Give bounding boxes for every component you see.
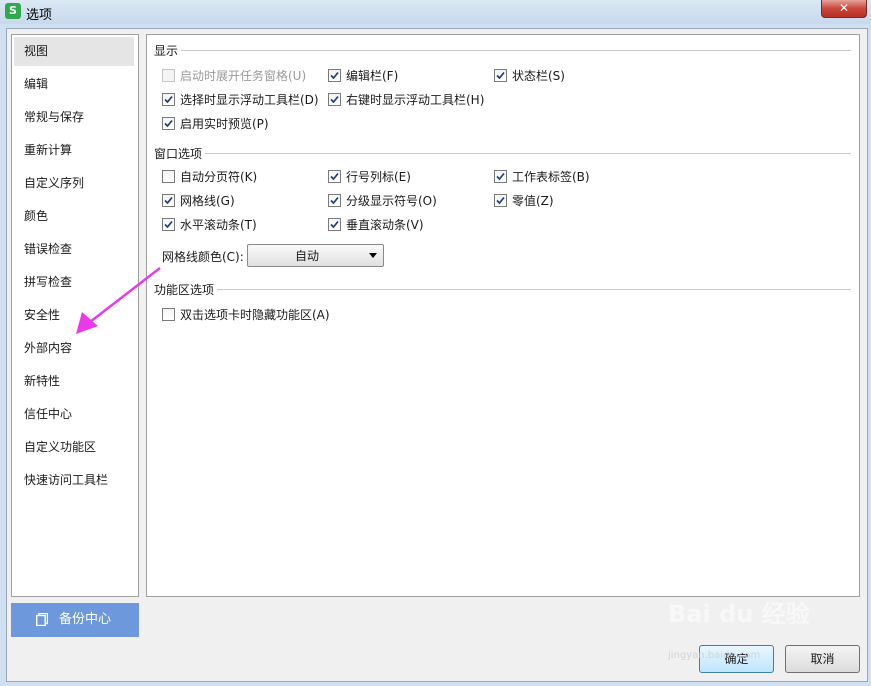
backup-center-label: 备份中心 bbox=[59, 612, 112, 627]
checkbox-checked[interactable] bbox=[162, 194, 175, 207]
option-label: 右键时显示浮动工具栏(H) bbox=[346, 93, 485, 107]
option-label: 水平滚动条(T) bbox=[180, 218, 257, 232]
app-icon: S bbox=[5, 3, 21, 19]
option-label: 工作表标签(B) bbox=[512, 170, 590, 184]
chevron-down-icon bbox=[369, 253, 377, 258]
option-label: 状态栏(S) bbox=[512, 69, 565, 83]
sidebar-item-external-content[interactable]: 外部内容 bbox=[14, 334, 134, 363]
option-label: 自动分页符(K) bbox=[180, 170, 258, 184]
option-label: 分级显示符号(O) bbox=[346, 194, 437, 208]
window-title: 选项 bbox=[26, 8, 53, 23]
backup-center-button[interactable]: 备份中心 bbox=[11, 603, 139, 637]
dialog-client: 视图 编辑 常规与保存 重新计算 自定义序列 颜色 错误检查 拼写检查 安全性 … bbox=[6, 28, 868, 682]
cancel-button[interactable]: 取消 bbox=[785, 645, 860, 673]
sidebar-item-edit[interactable]: 编辑 bbox=[14, 70, 134, 99]
checkbox-checked[interactable] bbox=[162, 117, 175, 130]
sidebar-item-color[interactable]: 颜色 bbox=[14, 202, 134, 231]
option-label: 启用实时预览(P) bbox=[180, 117, 269, 131]
category-sidebar: 视图 编辑 常规与保存 重新计算 自定义序列 颜色 错误检查 拼写检查 安全性 … bbox=[11, 34, 139, 597]
window-options-divider bbox=[205, 153, 851, 154]
sidebar-item-custom-lists[interactable]: 自定义序列 bbox=[14, 169, 134, 198]
checkbox-checked[interactable] bbox=[328, 93, 341, 106]
checkbox-checked[interactable] bbox=[328, 194, 341, 207]
sidebar-item-new-features[interactable]: 新特性 bbox=[14, 367, 134, 396]
close-button[interactable]: ✕ bbox=[821, 0, 867, 18]
backup-icon bbox=[36, 613, 48, 626]
checkbox-checked[interactable] bbox=[162, 218, 175, 231]
checkbox bbox=[162, 69, 175, 82]
option-label: 选择时显示浮动工具栏(D) bbox=[180, 93, 319, 107]
view-options-panel: 显示 启动时展开任务窗格(U) 编辑栏(F) 状态栏(S) 选择时显示浮动工具栏… bbox=[146, 34, 860, 597]
window-options-group-title: 窗口选项 bbox=[154, 147, 203, 161]
display-group-title: 显示 bbox=[154, 44, 179, 58]
option-label: 网格线(G) bbox=[180, 194, 235, 208]
watermark-url: jingyan.baidu.com bbox=[668, 650, 761, 661]
checkbox-checked[interactable] bbox=[494, 69, 507, 82]
checkbox-checked[interactable] bbox=[328, 218, 341, 231]
checkbox[interactable] bbox=[162, 308, 175, 321]
gridline-color-value: 自动 bbox=[294, 249, 319, 263]
ribbon-options-group-title: 功能区选项 bbox=[154, 283, 215, 297]
checkbox-checked[interactable] bbox=[162, 93, 175, 106]
ribbon-options-divider bbox=[217, 289, 851, 290]
checkbox[interactable] bbox=[162, 170, 175, 183]
sidebar-item-error-checking[interactable]: 错误检查 bbox=[14, 235, 134, 264]
sidebar-item-customize-ribbon[interactable]: 自定义功能区 bbox=[14, 433, 134, 462]
option-label: 垂直滚动条(V) bbox=[346, 218, 424, 232]
checkbox-checked[interactable] bbox=[494, 170, 507, 183]
sidebar-item-security[interactable]: 安全性 bbox=[14, 301, 134, 330]
sidebar-item-recalculation[interactable]: 重新计算 bbox=[14, 136, 134, 165]
sidebar-item-trust-center[interactable]: 信任中心 bbox=[14, 400, 134, 429]
gridline-color-dropdown[interactable]: 自动 bbox=[247, 244, 384, 267]
watermark-logo: Bai du 经验 bbox=[668, 600, 810, 628]
option-label: 双击选项卡时隐藏功能区(A) bbox=[180, 308, 330, 322]
title-bar: S 选项 ✕ bbox=[0, 0, 871, 24]
sidebar-item-spell-check[interactable]: 拼写检查 bbox=[14, 268, 134, 297]
sidebar-item-view[interactable]: 视图 bbox=[14, 37, 134, 66]
checkbox-checked[interactable] bbox=[494, 194, 507, 207]
option-label: 行号列标(E) bbox=[346, 170, 411, 184]
sidebar-item-quick-access-toolbar[interactable]: 快速访问工具栏 bbox=[14, 466, 134, 495]
sidebar-item-general-save[interactable]: 常规与保存 bbox=[14, 103, 134, 132]
display-group-divider bbox=[181, 50, 851, 51]
gridline-color-label: 网格线颜色(C): bbox=[162, 250, 244, 264]
option-label: 零值(Z) bbox=[512, 194, 554, 208]
option-label: 启动时展开任务窗格(U) bbox=[180, 69, 307, 83]
checkbox-checked[interactable] bbox=[328, 69, 341, 82]
option-label: 编辑栏(F) bbox=[346, 69, 399, 83]
checkbox-checked[interactable] bbox=[328, 170, 341, 183]
